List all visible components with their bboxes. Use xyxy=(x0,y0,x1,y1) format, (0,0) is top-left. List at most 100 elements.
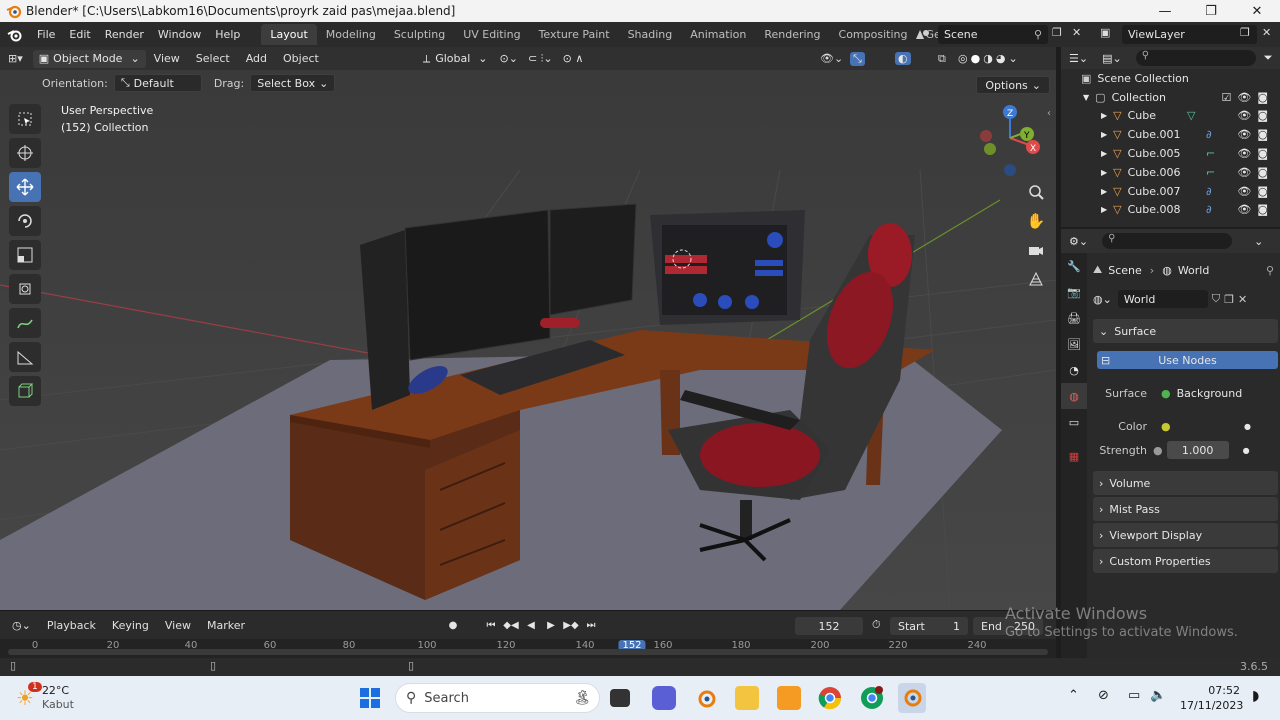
stopwatch-icon[interactable]: ⏱ xyxy=(872,618,881,632)
transform-orientation-dropdown[interactable]: ⟂ Global ⌄ xyxy=(423,52,488,66)
expand-down-icon[interactable]: ▼ xyxy=(1083,93,1089,102)
tab-texture-paint[interactable]: Texture Paint xyxy=(530,24,619,45)
properties-editor-icon[interactable]: ⚙⌄ xyxy=(1069,235,1088,248)
camera-icon[interactable]: ◙ xyxy=(1257,91,1268,104)
expand-right-icon[interactable]: ▶ xyxy=(1101,130,1107,139)
scale-tool[interactable] xyxy=(9,240,41,270)
scene-collection-row[interactable]: ▣ Scene Collection xyxy=(1061,69,1280,88)
camera-icon[interactable]: ◙ xyxy=(1257,166,1268,179)
view-layer-selector[interactable]: ViewLayer xyxy=(1122,25,1257,44)
scene-selector[interactable]: Scene ⚲ xyxy=(938,25,1048,44)
camera-icon[interactable]: ◙ xyxy=(1257,128,1268,141)
gizmo-toggle-icon[interactable]: ⤡ xyxy=(850,51,865,66)
display-icon[interactable]: ▭ xyxy=(1128,688,1140,703)
expand-right-icon[interactable]: ▶ xyxy=(1101,187,1107,196)
custom-properties-panel-header[interactable]: › Custom Properties xyxy=(1093,549,1278,573)
view-layer-tab-icon[interactable]: 🖼 xyxy=(1061,331,1087,357)
outliner-item-cube-001[interactable]: ▶ ▽ Cube.001 ∂ 👁 ◙ xyxy=(1061,125,1280,144)
use-nodes-button[interactable]: ⊟ Use Nodes xyxy=(1097,351,1278,369)
surface-shader-field[interactable]: ● Background xyxy=(1155,384,1275,402)
weather-widget[interactable]: ☀ 1 22°C Kabut xyxy=(16,682,74,712)
timeline-menu-playback[interactable]: Playback xyxy=(39,619,104,632)
outliner-item-cube-008[interactable]: ▶ ▽ Cube.008 ∂ 👁 ◙ xyxy=(1061,201,1280,220)
world-browse-icon[interactable]: ◍⌄ xyxy=(1093,293,1112,306)
sublime-text-icon[interactable] xyxy=(777,686,801,710)
delete-view-layer-icon[interactable]: ✕ xyxy=(1262,26,1271,39)
previous-keyframe-icon[interactable]: ◆◀ xyxy=(502,616,520,634)
menu-edit[interactable]: Edit xyxy=(62,28,97,41)
duplicate-icon[interactable]: ❐ xyxy=(1224,293,1234,306)
render-tab-icon[interactable]: 📷 xyxy=(1061,279,1087,305)
tab-compositing[interactable]: Compositing xyxy=(830,24,917,45)
camera-view-icon[interactable] xyxy=(1022,236,1050,264)
new-view-layer-icon[interactable]: ❐ xyxy=(1240,26,1250,39)
current-frame-field[interactable]: 152 xyxy=(795,617,863,635)
notification-icon[interactable]: ◗ xyxy=(1252,688,1259,704)
orientation-dropdown[interactable]: ⤡ Default xyxy=(113,74,202,92)
eye-icon[interactable]: 👁 xyxy=(1237,166,1251,179)
file-explorer-icon[interactable] xyxy=(735,686,759,710)
rotate-tool[interactable] xyxy=(9,206,41,236)
timeline-menu-view[interactable]: View xyxy=(157,619,199,632)
tab-modeling[interactable]: Modeling xyxy=(317,24,385,45)
properties-search-input[interactable]: ⚲ xyxy=(1102,233,1233,249)
camera-icon[interactable]: ◙ xyxy=(1257,203,1268,216)
minimize-button[interactable]: — xyxy=(1142,0,1188,22)
timeline-ruler[interactable]: 0 20 40 60 80 100 120 140 152 160 180 20… xyxy=(0,639,1056,659)
tab-rendering[interactable]: Rendering xyxy=(755,24,829,45)
expand-right-icon[interactable]: ▶ xyxy=(1101,168,1107,177)
chrome-icon[interactable] xyxy=(818,686,842,710)
menu-render[interactable]: Render xyxy=(98,28,151,41)
display-mode-icon[interactable]: ▤⌄ xyxy=(1102,52,1122,65)
eye-icon[interactable]: 👁 xyxy=(1237,128,1251,141)
3d-viewport[interactable]: Z Y X User Perspective (152) Collection … xyxy=(0,70,1056,610)
surface-panel-header[interactable]: ⌄ Surface xyxy=(1093,319,1278,343)
next-keyframe-icon[interactable]: ▶◆ xyxy=(562,616,580,634)
pin-icon[interactable]: ⚲ xyxy=(1266,264,1274,277)
outliner-item-cube-006[interactable]: ▶ ▽ Cube.006 ⌐ 👁 ◙ xyxy=(1061,163,1280,182)
texture-tab-icon[interactable]: ▦ xyxy=(1061,443,1087,469)
chevron-up-icon[interactable]: ⌃ xyxy=(1068,688,1079,703)
tool-tab-icon[interactable]: 🔧 xyxy=(1061,253,1087,279)
unlink-icon[interactable]: ✕ xyxy=(1238,293,1247,306)
network-icon[interactable]: ⊘ xyxy=(1098,688,1109,703)
expand-right-icon[interactable]: ▶ xyxy=(1101,149,1107,158)
close-window-button[interactable]: ✕ xyxy=(1234,0,1280,22)
tab-animation[interactable]: Animation xyxy=(681,24,755,45)
tab-shading[interactable]: Shading xyxy=(619,24,682,45)
expand-right-icon[interactable]: ▶ xyxy=(1101,205,1107,214)
strength-field[interactable]: 1.000 xyxy=(1166,441,1229,459)
mode-dropdown[interactable]: ▣ Object Mode ⌄ xyxy=(32,49,146,68)
zoom-icon[interactable] xyxy=(1022,178,1050,206)
timeline-editor-icon[interactable]: ◷⌄ xyxy=(12,619,31,632)
outliner-item-cube[interactable]: ▶ ▽ Cube ▽ 👁 ◙ xyxy=(1061,107,1280,126)
transform-tool[interactable] xyxy=(9,274,41,304)
new-scene-icon[interactable]: ❐ xyxy=(1052,26,1062,39)
outliner-search-input[interactable]: ⚲ xyxy=(1135,50,1256,66)
start-frame-field[interactable]: Start 1 xyxy=(890,617,968,635)
keyframe-dot-icon[interactable]: ● xyxy=(1243,446,1250,455)
material-shading-icon[interactable]: ◑ xyxy=(983,52,993,65)
blender-taskbar-icon[interactable] xyxy=(694,686,718,710)
delete-scene-icon[interactable]: ✕ xyxy=(1072,26,1081,39)
blender-active-icon[interactable] xyxy=(898,683,926,713)
checkbox-icon[interactable]: ☑ xyxy=(1221,91,1231,104)
outliner-item-cube-005[interactable]: ▶ ▽ Cube.005 ⌐ 👁 ◙ xyxy=(1061,144,1280,163)
keyframe-dot-icon[interactable]: ● xyxy=(1244,422,1251,431)
filter-icon[interactable]: ⏷ xyxy=(1264,51,1273,65)
chevron-down-icon[interactable]: ⌄ xyxy=(1254,235,1263,248)
annotate-tool[interactable] xyxy=(9,308,41,338)
viewport-menu-view[interactable]: View xyxy=(146,52,188,65)
pivot-icon[interactable]: ⊙⌄ xyxy=(500,52,518,65)
eye-icon[interactable]: 👁 xyxy=(1237,147,1251,160)
proportional-edit-icon[interactable]: ⊙ ∧ xyxy=(563,52,584,65)
eye-icon[interactable]: 👁 xyxy=(1237,109,1251,122)
wireframe-shading-icon[interactable]: ◎ xyxy=(958,52,968,65)
view-layer-icon[interactable]: ▣ xyxy=(1100,26,1110,39)
clock[interactable]: 07:52 17/11/2023 xyxy=(1180,683,1243,713)
menu-file[interactable]: File xyxy=(30,28,62,41)
editor-type-icon[interactable]: ⊞▾ xyxy=(8,52,23,65)
jump-start-icon[interactable]: ⏮ xyxy=(482,616,500,634)
world-tab-icon[interactable]: ◍ xyxy=(1061,383,1087,409)
play-reverse-icon[interactable]: ◀ xyxy=(522,616,540,634)
